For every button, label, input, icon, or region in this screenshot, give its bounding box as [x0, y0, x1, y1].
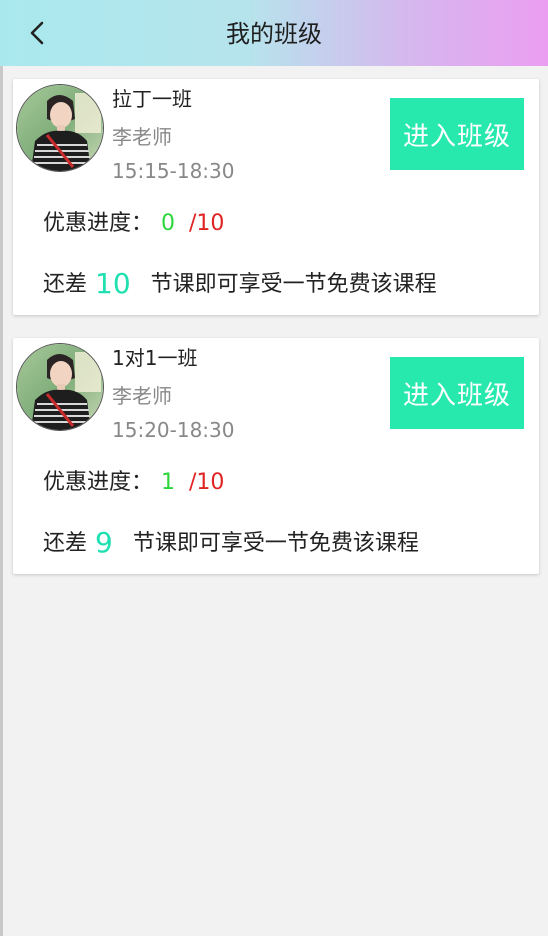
- remain-suffix: 节课即可享受一节免费该课程: [132, 531, 419, 556]
- discount-progress: 优惠进度： 1/10: [43, 464, 224, 496]
- remaining-lessons: 还差 10 节课即可享受一节免费该课程: [43, 266, 437, 300]
- left-edge-divider: [0, 0, 3, 936]
- class-time: 15:15-18:30: [112, 159, 235, 183]
- page-title: 我的班级: [226, 20, 322, 48]
- class-name: 拉丁一班: [112, 87, 192, 111]
- progress-label: 优惠进度：: [43, 470, 154, 495]
- progress-done-count: 0: [161, 211, 176, 236]
- progress-label: 优惠进度：: [43, 211, 154, 236]
- progress-done-count: 1: [161, 470, 176, 495]
- teacher-name: 李老师: [112, 384, 172, 408]
- remain-suffix: 节课即可享受一节免费该课程: [150, 272, 437, 297]
- teacher-avatar: [17, 85, 103, 171]
- enter-class-button[interactable]: 进入班级: [390, 98, 524, 170]
- class-card: 1对1一班 李老师 15:20-18:30 进入班级 优惠进度： 1/10 还差 9…: [13, 338, 539, 574]
- remaining-lessons: 还差 9 节课即可享受一节免费该课程: [43, 525, 419, 559]
- remain-count: 9: [95, 526, 113, 559]
- class-card: 拉丁一班 李老师 15:15-18:30 进入班级 优惠进度： 0/10 还差 10…: [13, 79, 539, 315]
- class-time: 15:20-18:30: [112, 418, 235, 442]
- enter-class-button[interactable]: 进入班级: [390, 357, 524, 429]
- remain-prefix: 还差: [43, 272, 88, 297]
- teacher-avatar: [17, 344, 103, 430]
- progress-total: /10: [189, 470, 225, 495]
- class-name: 1对1一班: [112, 346, 198, 370]
- top-app-bar: 我的班级: [0, 0, 548, 66]
- remain-prefix: 还差: [43, 531, 88, 556]
- progress-total: /10: [189, 211, 225, 236]
- discount-progress: 优惠进度： 0/10: [43, 205, 224, 237]
- teacher-name: 李老师: [112, 125, 172, 149]
- remain-count: 10: [95, 267, 131, 300]
